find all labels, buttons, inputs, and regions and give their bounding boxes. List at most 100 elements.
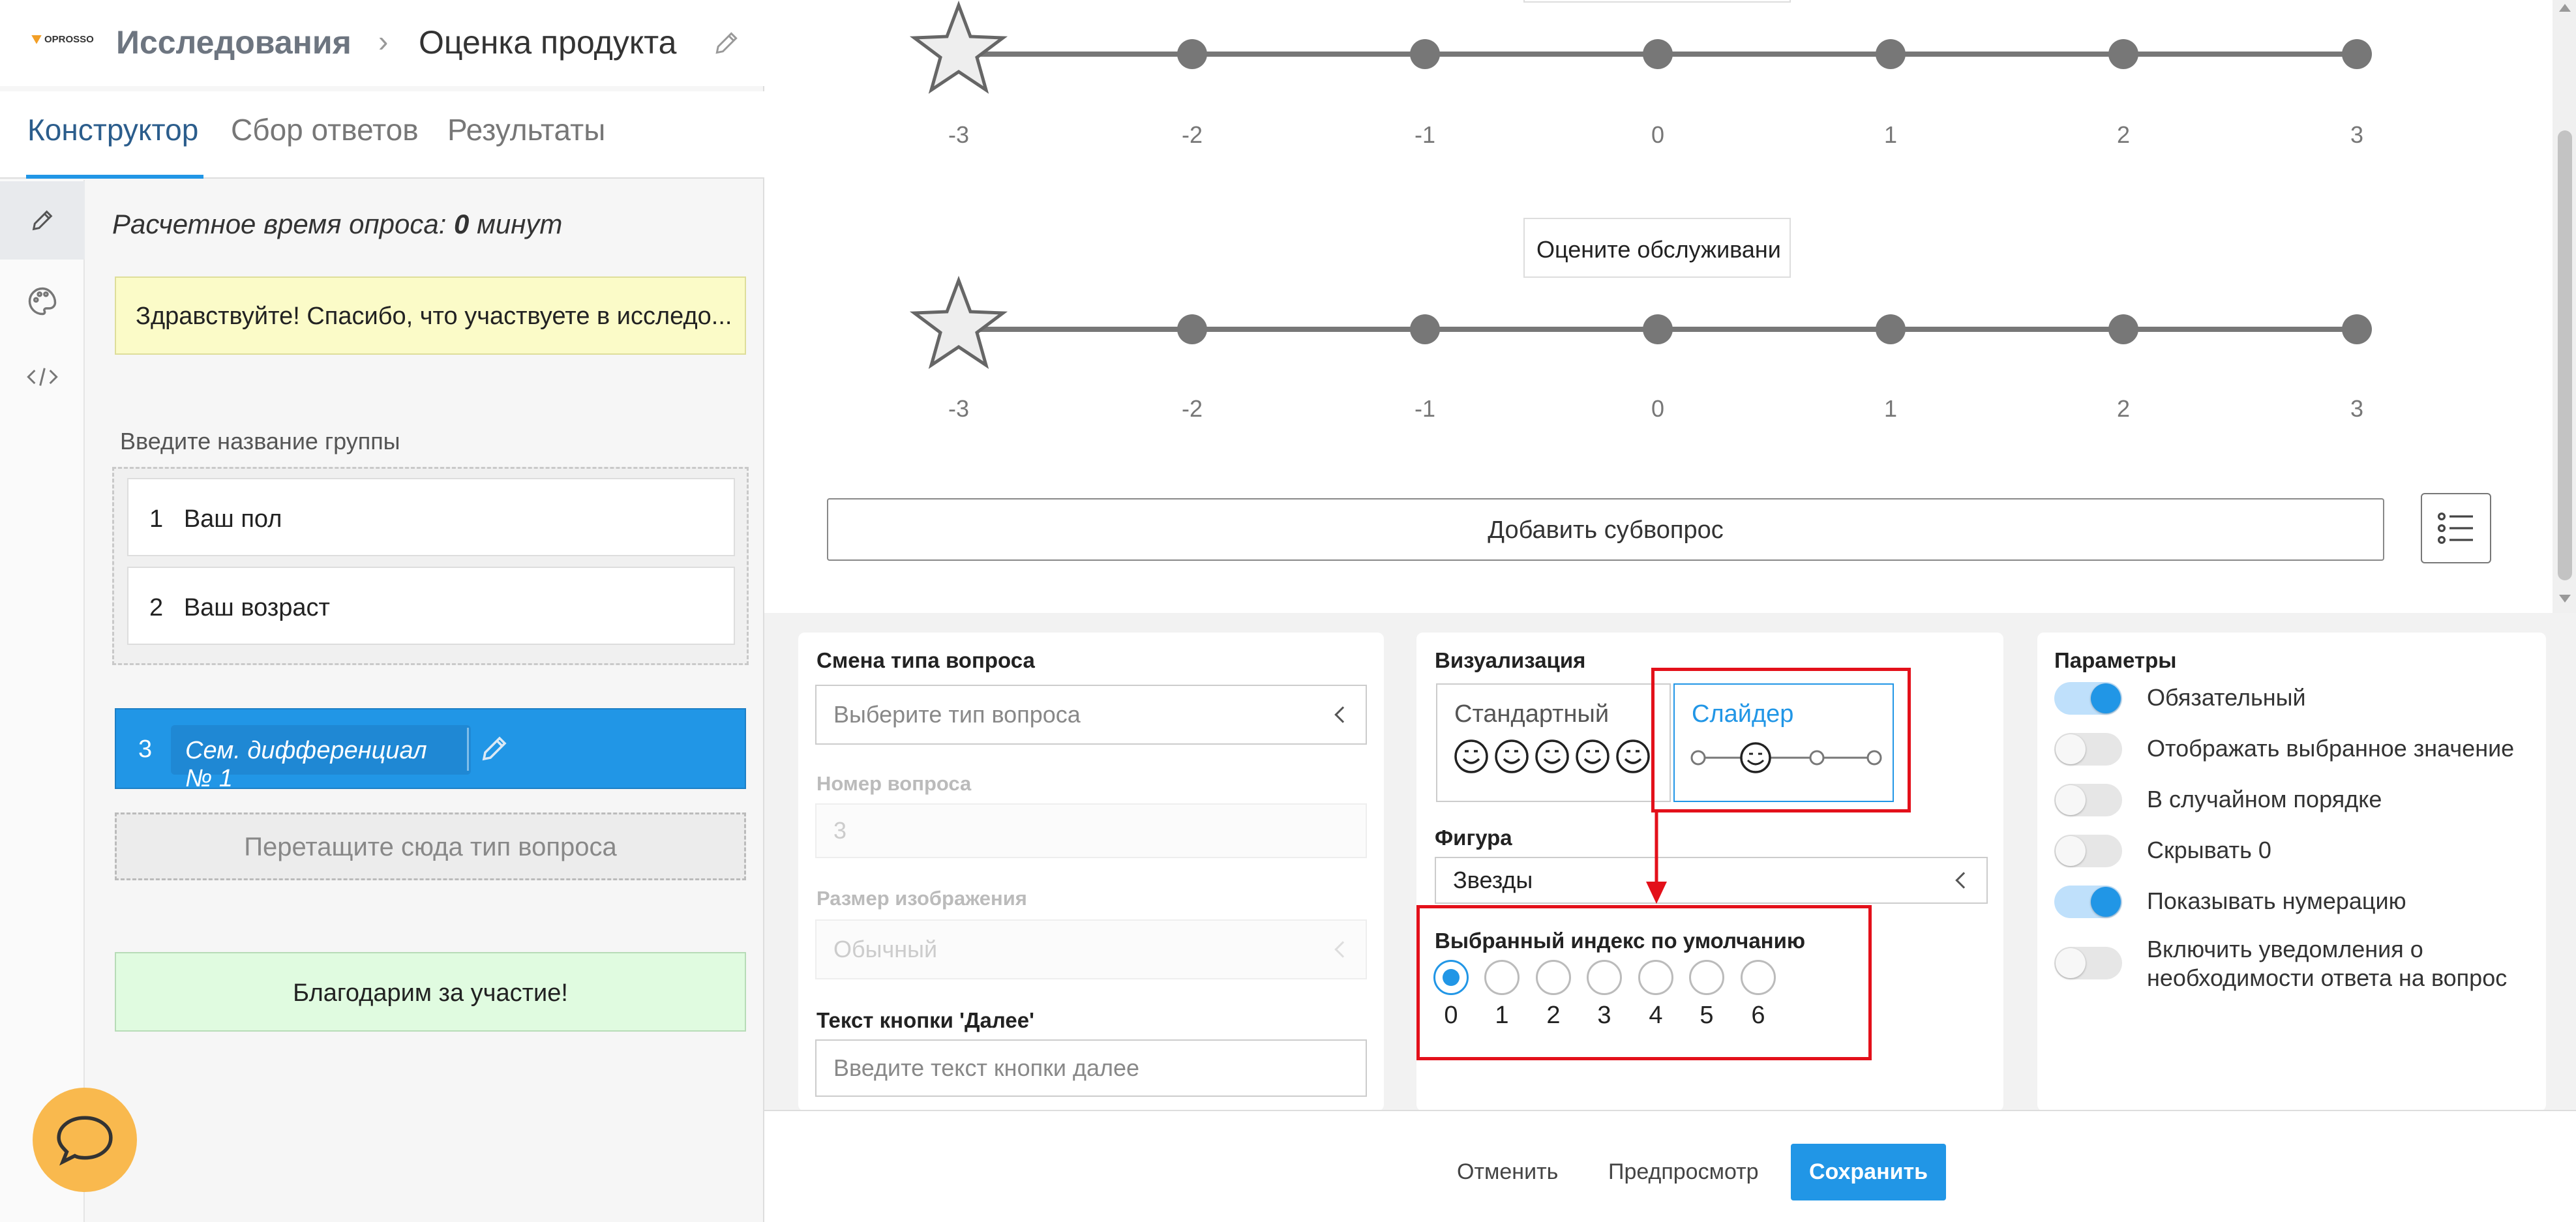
add-subquestion-button[interactable]: Добавить субвопрос bbox=[827, 498, 2384, 561]
scale-tick: -2 bbox=[1181, 121, 1203, 148]
save-button[interactable]: Сохранить bbox=[1791, 1144, 1947, 1200]
subquestion-label[interactable]: Оцените обслуживани bbox=[1523, 218, 1791, 278]
scale-tick: -3 bbox=[948, 121, 969, 148]
question-number: 1 bbox=[149, 505, 164, 533]
select-placeholder: Выберите тип вопроса bbox=[833, 701, 1081, 728]
scale-point[interactable] bbox=[2108, 39, 2138, 69]
star-handle-icon[interactable] bbox=[909, 0, 1008, 94]
tab-results[interactable]: Результаты bbox=[447, 112, 605, 147]
star-handle-icon[interactable] bbox=[909, 275, 1008, 369]
toggle-knob bbox=[2056, 785, 2086, 815]
annotation-arrow-icon bbox=[1646, 811, 1667, 904]
rail-design-button[interactable] bbox=[0, 262, 85, 340]
page-title: Оценка продукта bbox=[419, 24, 677, 61]
thanks-block[interactable]: Благодарим за участие! bbox=[115, 952, 746, 1032]
param-label: Обязательный bbox=[2147, 684, 2306, 711]
scale-tick: 0 bbox=[1651, 121, 1665, 148]
scale-point[interactable] bbox=[2342, 314, 2372, 344]
toggle-knob bbox=[2091, 887, 2121, 917]
scale-point[interactable] bbox=[1876, 314, 1906, 344]
app-header: OPROSSO Исследования › Оценка продукта bbox=[0, 0, 764, 86]
left-panel: OPROSSO Исследования › Оценка продукта К… bbox=[0, 0, 764, 1222]
image-size-value: Обычный bbox=[833, 936, 938, 962]
logo[interactable]: OPROSSO bbox=[31, 34, 94, 45]
cancel-button[interactable]: Отменить bbox=[1439, 1144, 1576, 1200]
group-name-input[interactable]: Введите название группы bbox=[120, 428, 400, 455]
toggle-knob bbox=[2056, 734, 2086, 764]
scale-tick: -1 bbox=[1414, 121, 1435, 148]
breadcrumb-root[interactable]: Исследования bbox=[116, 23, 352, 61]
scrollbar-thumb[interactable] bbox=[2558, 130, 2572, 580]
question-type-select[interactable]: Выберите тип вопроса bbox=[815, 685, 1367, 745]
scale-tick: 1 bbox=[1883, 395, 1898, 422]
action-footer: Отменить Предпросмотр Сохранить bbox=[764, 1110, 2576, 1222]
scale-point[interactable] bbox=[1177, 314, 1207, 344]
next-button-text-input[interactable]: Введите текст кнопки далее bbox=[815, 1039, 1367, 1097]
selected-question[interactable]: 3 Сем. дифференциал № 1 bbox=[115, 708, 746, 792]
figure-select[interactable]: Звезды bbox=[1435, 857, 1988, 904]
annotation-box-slider bbox=[1651, 668, 1911, 812]
scale-tick: 3 bbox=[2350, 121, 2364, 148]
chat-bubble-icon bbox=[57, 1116, 113, 1166]
viz-option-label: Стандартный bbox=[1454, 700, 1610, 728]
question-group: 1 Ваш пол 2 Ваш возраст bbox=[112, 467, 749, 665]
scale-point[interactable] bbox=[1643, 314, 1673, 344]
toggle-show-value[interactable] bbox=[2054, 733, 2122, 766]
scale-point[interactable] bbox=[2108, 314, 2138, 344]
scroll-up-icon[interactable] bbox=[2559, 4, 2571, 12]
question-type-title: Смена типа вопроса bbox=[816, 648, 1035, 672]
scale-point[interactable] bbox=[2342, 39, 2372, 69]
scroll-down-icon[interactable] bbox=[2559, 595, 2571, 603]
question-label: Ваш возраст bbox=[183, 594, 330, 621]
question-label: Сем. дифференциал № 1 bbox=[185, 737, 427, 792]
logo-mark-icon bbox=[31, 35, 42, 44]
param-label: Включить уведомления о необходимости отв… bbox=[2147, 936, 2508, 991]
scale-tick: -1 bbox=[1414, 395, 1435, 422]
rail-edit-button[interactable] bbox=[0, 181, 85, 260]
rating-scale[interactable] bbox=[900, 275, 2400, 386]
question-number-value: 3 bbox=[833, 817, 847, 844]
scale-tick: -3 bbox=[948, 395, 969, 422]
tab-collect-answers[interactable]: Сбор ответов bbox=[231, 112, 419, 147]
edit-title-icon[interactable] bbox=[712, 29, 741, 57]
rating-scale[interactable] bbox=[900, 0, 2400, 111]
palette-icon bbox=[28, 287, 57, 316]
toggle-random-order[interactable] bbox=[2054, 784, 2122, 816]
toggle-answer-notifications[interactable] bbox=[2054, 947, 2122, 979]
toggle-required[interactable] bbox=[2054, 682, 2122, 715]
welcome-block[interactable]: Здравствуйте! Спасибо, что участвуете в … bbox=[115, 276, 746, 355]
edit-question-icon[interactable] bbox=[479, 733, 510, 764]
question-number: 2 bbox=[149, 594, 164, 621]
toggle-knob bbox=[2056, 836, 2086, 866]
estimated-time-value: 0 bbox=[454, 209, 470, 239]
scale-point[interactable] bbox=[1177, 39, 1207, 69]
question-title-editor[interactable]: Сем. дифференциал № 1 bbox=[171, 725, 471, 792]
toggle-hide-zero[interactable] bbox=[2054, 835, 2122, 867]
figure-value: Звезды bbox=[1453, 867, 1533, 893]
active-tab-indicator bbox=[26, 175, 203, 179]
image-size-select: Обычный bbox=[815, 919, 1367, 979]
list-options-button[interactable] bbox=[2421, 493, 2491, 563]
viz-option-standard[interactable]: Стандартный bbox=[1436, 683, 1671, 802]
tab-constructor[interactable]: Конструктор bbox=[27, 112, 198, 147]
scale-tick: 3 bbox=[2350, 395, 2364, 422]
scale-tick: 2 bbox=[2116, 121, 2131, 148]
question-item[interactable]: 1 Ваш пол bbox=[127, 478, 735, 556]
scale-point[interactable] bbox=[1876, 39, 1906, 69]
scale-point[interactable] bbox=[1410, 39, 1440, 69]
image-size-label: Размер изображения bbox=[816, 887, 1027, 910]
chevron-left-icon bbox=[1955, 872, 1972, 889]
question-number-input: 3 bbox=[815, 803, 1367, 858]
toggle-knob bbox=[2091, 683, 2121, 713]
toggle-show-numbering[interactable] bbox=[2054, 886, 2122, 918]
scale-point[interactable] bbox=[1643, 39, 1673, 69]
visualization-title: Визуализация bbox=[1435, 648, 1586, 672]
question-item[interactable]: 2 Ваш возраст bbox=[127, 567, 735, 645]
scale-tick: 0 bbox=[1651, 395, 1665, 422]
scale-point[interactable] bbox=[1410, 314, 1440, 344]
scale-tick: -2 bbox=[1181, 395, 1203, 422]
chat-button[interactable] bbox=[33, 1088, 137, 1192]
drop-zone[interactable]: Перетащите сюда тип вопроса bbox=[115, 812, 746, 880]
preview-button[interactable]: Предпросмотр bbox=[1590, 1144, 1777, 1200]
rail-code-button[interactable] bbox=[0, 338, 85, 416]
